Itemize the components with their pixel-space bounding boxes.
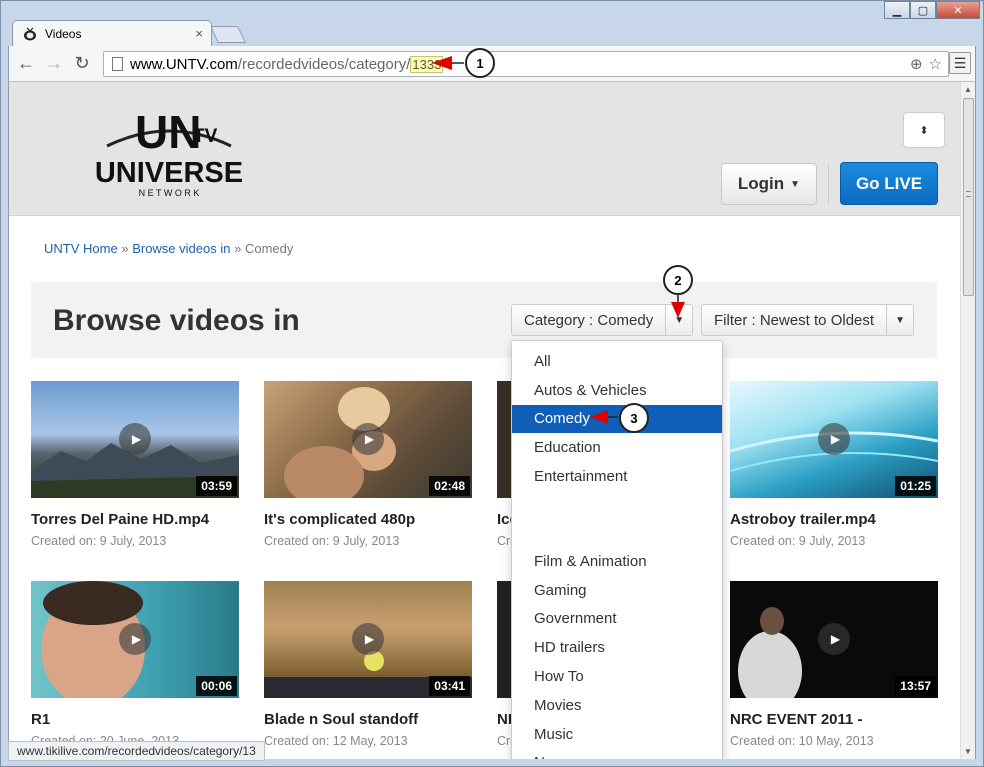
annotation-arrow-3 xyxy=(590,410,608,424)
annotation-marker-3: 3 xyxy=(619,403,649,433)
annotation-arrows xyxy=(432,56,685,424)
annotation-arrow-2 xyxy=(671,302,685,318)
annotation-arrow-1 xyxy=(432,56,452,70)
annotation-marker-1: 1 xyxy=(465,48,495,78)
annotation-marker-2: 2 xyxy=(663,265,693,295)
status-bar: www.tikilive.com/recordedvideos/category… xyxy=(8,741,265,761)
